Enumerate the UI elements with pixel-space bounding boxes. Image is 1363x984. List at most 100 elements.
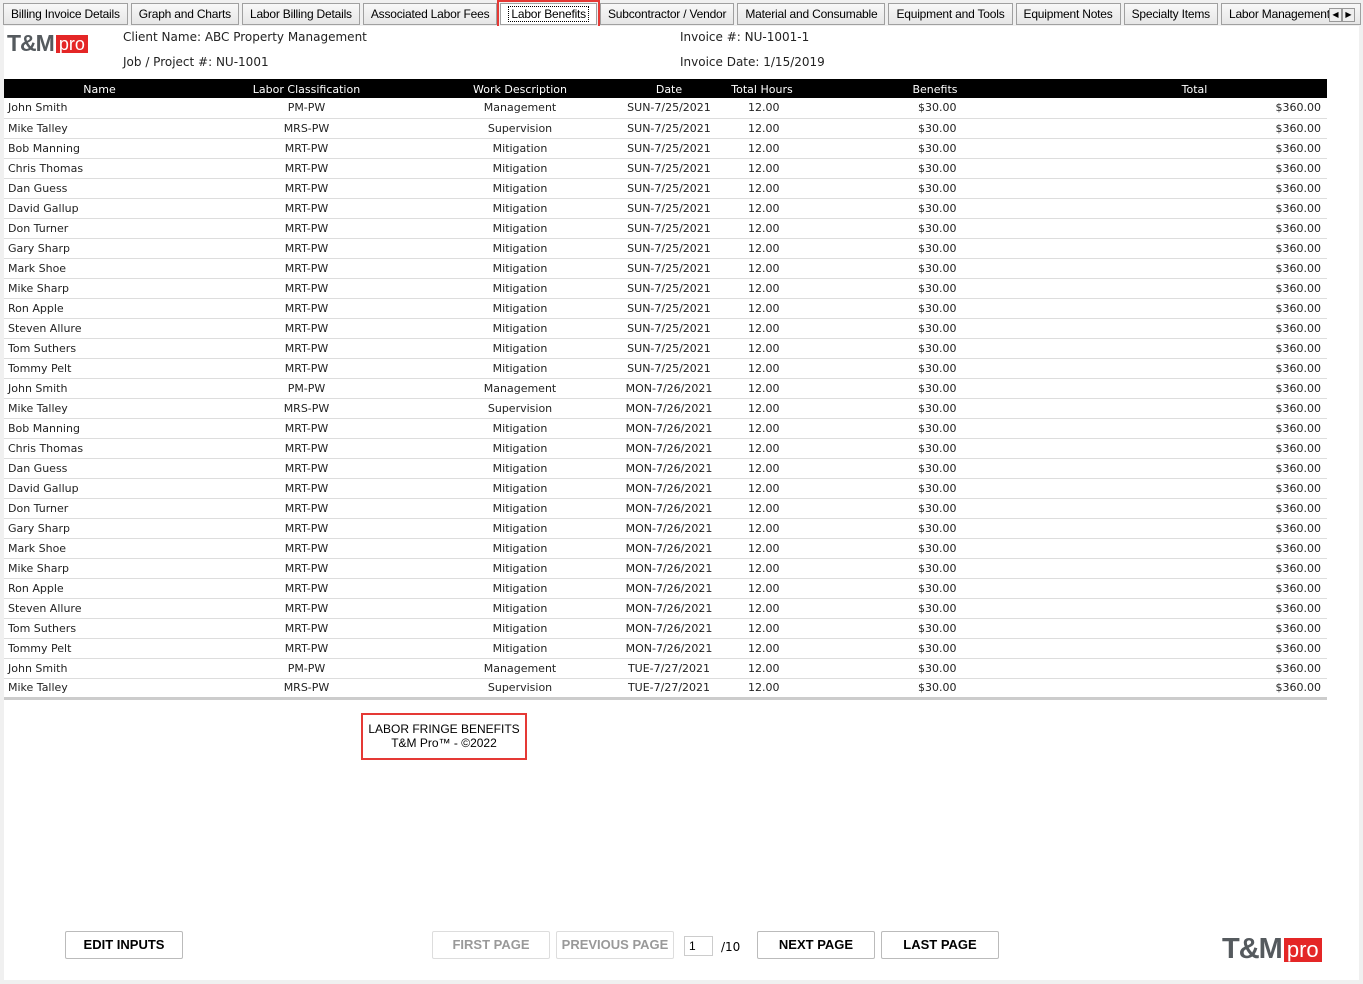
table-row: Tommy Pelt MRT-PW Mitigation MON-7/26/2021 1… (4, 638, 1327, 659)
cell-name: Bob Manning (4, 138, 195, 159)
cell-total: $360.00 (1062, 518, 1327, 539)
cell-total-hours: 12.00 (716, 298, 808, 319)
first-page-button[interactable]: FIRST PAGE (432, 931, 550, 959)
tab-label: Specialty Items (1131, 7, 1211, 21)
cell-total-hours: 12.00 (716, 118, 808, 139)
cell-total: $360.00 (1062, 198, 1327, 219)
cell-date: SUN-7/25/2021 (622, 138, 716, 159)
tab-labor-benefits[interactable]: Labor Benefits (497, 0, 600, 28)
cell-benefits: $30.00 (808, 298, 1062, 319)
column-header-work-description[interactable]: Work Description (418, 79, 622, 98)
cell-name: Chris Thomas (4, 158, 195, 179)
cell-name: Mike Talley (4, 118, 195, 139)
column-header-benefits[interactable]: Benefits (808, 79, 1062, 98)
cell-total: $360.00 (1062, 478, 1327, 499)
cell-total-hours: 12.00 (716, 578, 808, 599)
cell-total-hours: 12.00 (716, 678, 808, 700)
tab-equipment-notes[interactable]: Equipment Notes (1015, 3, 1121, 25)
cell-total: $360.00 (1062, 598, 1327, 619)
cell-labor-classification: MRS-PW (195, 118, 418, 139)
cell-total: $360.00 (1062, 398, 1327, 419)
cell-name: Mike Talley (4, 678, 195, 700)
cell-date: SUN-7/25/2021 (622, 238, 716, 259)
column-header-labor-classification[interactable]: Labor Classification (195, 79, 418, 98)
cell-name: Mark Shoe (4, 538, 195, 559)
cell-labor-classification: MRT-PW (195, 418, 418, 439)
edit-inputs-button[interactable]: EDIT INPUTS (65, 931, 183, 959)
cell-work-description: Mitigation (418, 578, 622, 599)
cell-total: $360.00 (1062, 178, 1327, 199)
next-page-button[interactable]: NEXT PAGE (757, 931, 875, 959)
cell-name: Bob Manning (4, 418, 195, 439)
cell-work-description: Supervision (418, 678, 622, 700)
cell-labor-classification: MRT-PW (195, 498, 418, 519)
cell-date: MON-7/26/2021 (622, 378, 716, 399)
cell-total-hours: 12.00 (716, 598, 808, 619)
cell-total-hours: 12.00 (716, 238, 808, 259)
cell-name: Steven Allure (4, 598, 195, 619)
cell-total-hours: 12.00 (716, 638, 808, 659)
cell-total: $360.00 (1062, 498, 1327, 519)
cell-labor-classification: MRS-PW (195, 398, 418, 419)
last-page-button[interactable]: LAST PAGE (881, 931, 999, 959)
scroll-left-icon[interactable]: ◀ (1329, 8, 1342, 22)
cell-benefits: $30.00 (808, 218, 1062, 239)
cell-benefits: $30.00 (808, 318, 1062, 339)
previous-page-button[interactable]: PREVIOUS PAGE (556, 931, 674, 959)
tab-specialty-items[interactable]: Specialty Items (1123, 3, 1218, 25)
column-header-total-hours[interactable]: Total Hours (716, 79, 808, 98)
cell-name: David Gallup (4, 478, 195, 499)
cell-work-description: Supervision (418, 398, 622, 419)
cell-labor-classification: MRT-PW (195, 618, 418, 639)
cell-date: SUN-7/25/2021 (622, 338, 716, 359)
tab-labor-billing-details[interactable]: Labor Billing Details (241, 3, 360, 25)
tab-associated-labor-fees[interactable]: Associated Labor Fees (362, 3, 498, 25)
cell-benefits: $30.00 (808, 678, 1062, 700)
cell-labor-classification: MRT-PW (195, 158, 418, 179)
tab-equipment-and-tools[interactable]: Equipment and Tools (888, 3, 1013, 25)
logo-pro: pro (55, 34, 88, 53)
cell-name: Ron Apple (4, 298, 195, 319)
cell-name: Tom Suthers (4, 338, 195, 359)
cell-total: $360.00 (1062, 338, 1327, 359)
cell-date: SUN-7/25/2021 (622, 278, 716, 299)
cell-date: MON-7/26/2021 (622, 638, 716, 659)
cell-name: David Gallup (4, 198, 195, 219)
table-row: Mike Talley MRS-PW Supervision MON-7/26/202… (4, 398, 1327, 419)
column-header-total[interactable]: Total (1062, 79, 1327, 98)
table-row: Mike Talley MRS-PW Supervision SUN-7/25/202… (4, 118, 1327, 139)
cell-date: MON-7/26/2021 (622, 558, 716, 579)
scroll-right-icon[interactable]: ▶ (1342, 8, 1355, 22)
cell-labor-classification: MRT-PW (195, 278, 418, 299)
table-row: Ron Apple MRT-PW Mitigation MON-7/26/2021 12… (4, 578, 1327, 599)
cell-name: John Smith (4, 98, 195, 119)
cell-total-hours: 12.00 (716, 158, 808, 179)
cell-date: MON-7/26/2021 (622, 418, 716, 439)
cell-date: SUN-7/25/2021 (622, 318, 716, 339)
cell-work-description: Mitigation (418, 318, 622, 339)
cell-labor-classification: MRT-PW (195, 298, 418, 319)
column-header-date[interactable]: Date (622, 79, 716, 98)
cell-name: Tommy Pelt (4, 638, 195, 659)
tab-label: Equipment and Tools (896, 7, 1005, 21)
invoice-number: Invoice #: NU-1001-1 (680, 30, 810, 44)
column-header-name[interactable]: Name (4, 79, 195, 98)
table-row: Mike Sharp MRT-PW Mitigation SUN-7/25/2021 1… (4, 278, 1327, 299)
page-number-input[interactable] (684, 936, 713, 956)
cell-labor-classification: MRT-PW (195, 438, 418, 459)
table-row: John Smith PM-PW Management SUN-7/25/2021 12… (4, 98, 1327, 119)
cell-total: $360.00 (1062, 98, 1327, 119)
job-number: Job / Project #: NU-1001 (123, 55, 269, 69)
table-row: Tom Suthers MRT-PW Mitigation SUN-7/25/2021… (4, 338, 1327, 359)
tab-material-and-consumable[interactable]: Material and Consumable (737, 3, 886, 25)
cell-labor-classification: MRT-PW (195, 218, 418, 239)
tab-graph-and-charts[interactable]: Graph and Charts (130, 3, 239, 25)
cell-total: $360.00 (1062, 218, 1327, 239)
cell-work-description: Management (418, 98, 622, 119)
cell-date: SUN-7/25/2021 (622, 118, 716, 139)
tab-subcontractor-vendor[interactable]: Subcontractor / Vendor (599, 3, 735, 25)
cell-benefits: $30.00 (808, 478, 1062, 499)
tab-billing-invoice-details[interactable]: Billing Invoice Details (3, 3, 128, 25)
tab-bar: Billing Invoice Details Graph and Charts L… (0, 0, 1363, 28)
cell-total: $360.00 (1062, 158, 1327, 179)
